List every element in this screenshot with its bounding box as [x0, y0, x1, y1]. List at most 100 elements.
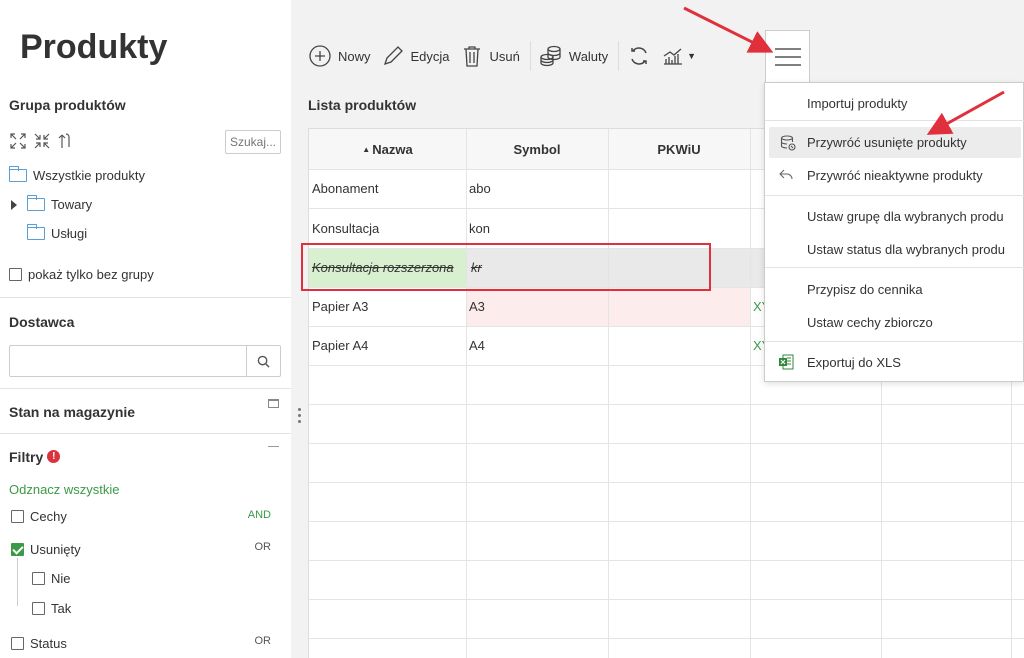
filter-no-checkbox[interactable] [32, 572, 45, 585]
pencil-icon [383, 46, 403, 66]
tree-item-label: Usługi [51, 226, 88, 241]
cell-name[interactable]: Papier A4 [312, 338, 368, 353]
toolbar: Nowy Edycja Usuń Waluty ▼ [308, 36, 706, 76]
search-icon [257, 355, 270, 368]
menu-item-export-xls[interactable]: Exportuj do XLS [765, 352, 1024, 372]
supplier-search-button[interactable] [246, 346, 280, 376]
menu-item-set-group[interactable]: Ustaw grupę dla wybranych produ [765, 206, 1024, 226]
cell-symbol[interactable]: A3 [469, 299, 485, 314]
col-header-pkwiu[interactable]: PKWiU [608, 129, 750, 169]
row-divider [309, 560, 1024, 561]
menu-item-restore-inactive[interactable]: Przywróć nieaktywne produkty [765, 165, 1024, 185]
chart-dropdown-button[interactable]: ▼ [661, 36, 706, 76]
filter-label: Usunięty [30, 542, 81, 557]
cell-symbol[interactable]: kon [469, 221, 490, 236]
menu-separator [765, 195, 1024, 196]
menu-item-assign-pricelist[interactable]: Przypisz do cennika [765, 279, 1024, 299]
filter-label: Nie [51, 571, 71, 586]
refresh-button[interactable] [627, 36, 661, 76]
chart-icon [663, 48, 683, 65]
filter-status-checkbox[interactable] [11, 637, 24, 650]
tree-tools [9, 132, 75, 150]
menu-button[interactable] [765, 30, 810, 82]
filter-deleted-checkbox[interactable] [11, 543, 24, 556]
filter-yes-checkbox[interactable] [32, 602, 45, 615]
refresh-icon [631, 47, 647, 65]
collapse-icon[interactable] [33, 132, 51, 150]
row-divider [309, 638, 1024, 639]
expand-arrow-icon[interactable] [11, 199, 17, 210]
cell-name[interactable]: Abonament [312, 181, 379, 196]
currencies-button-label: Waluty [568, 48, 609, 64]
col-header-name[interactable]: ▲ Nazwa [309, 129, 466, 169]
tree-item-all-products[interactable]: Wszystkie produkty [9, 166, 145, 183]
cell-name[interactable]: Papier A3 [312, 299, 368, 314]
col-header-symbol[interactable]: Symbol [466, 129, 608, 169]
new-button[interactable]: Nowy [308, 36, 381, 76]
filter-deleted[interactable]: Usunięty [11, 542, 81, 557]
no-group-checkbox[interactable] [9, 268, 22, 281]
folder-icon [27, 224, 45, 240]
menu-item-label: Ustaw grupę dla wybranych produ [807, 208, 1004, 224]
menu-separator [765, 267, 1024, 268]
filters-title: Filtry! [9, 449, 61, 465]
edit-button-label: Edycja [410, 48, 450, 64]
product-group-title: Grupa produktów [9, 97, 126, 113]
panel-splitter[interactable] [291, 0, 308, 658]
stock-title: Stan na magazynie [9, 404, 136, 420]
collapse-section-icon[interactable] [268, 446, 279, 447]
tree-search-input[interactable] [225, 130, 281, 154]
divider [0, 433, 291, 434]
cell-name[interactable]: Konsultacja [312, 221, 379, 236]
operator-and[interactable]: AND [248, 509, 271, 521]
window-toggle-icon[interactable] [268, 399, 279, 408]
operator-or[interactable]: OR [255, 635, 272, 647]
operator-or[interactable]: OR [255, 541, 272, 553]
menu-item-bulk-features[interactable]: Ustaw cechy zbiorczo [765, 312, 1024, 332]
delete-button-label: Usuń [489, 48, 520, 64]
delete-button[interactable]: Usuń [460, 36, 530, 76]
folder-icon [27, 195, 45, 211]
filter-status[interactable]: Status [11, 636, 67, 651]
sort-asc-icon: ▲ [362, 144, 371, 154]
menu-item-import[interactable]: Importuj produkty [765, 93, 1024, 113]
tree-item-goods[interactable]: Towary [11, 195, 93, 212]
menu-item-set-status[interactable]: Ustaw status dla wybranych produ [765, 239, 1024, 259]
tree-item-label: Wszystkie produkty [33, 168, 145, 183]
page-title: Produkty [20, 28, 168, 66]
cell-symbol[interactable]: A4 [469, 338, 485, 353]
menu-item-label: Ustaw cechy zbiorczo [807, 314, 933, 330]
row-divider [309, 521, 1024, 522]
menu-item-restore-deleted[interactable]: Przywróć usunięte produkty [769, 127, 1021, 158]
menu-separator [765, 120, 1024, 121]
hamburger-icon [774, 47, 801, 66]
filter-deleted-yes[interactable]: Tak [32, 601, 71, 616]
tree-item-services[interactable]: Usługi [27, 224, 88, 241]
currencies-button[interactable]: Waluty [539, 36, 618, 76]
refresh-tree-icon[interactable] [57, 132, 75, 150]
tree-line [17, 558, 18, 606]
deselect-all-link[interactable]: Odznacz wszystkie [9, 482, 120, 497]
supplier-title: Dostawca [9, 314, 75, 330]
splitter-handle-icon[interactable] [298, 408, 301, 426]
filter-features[interactable]: Cechy [11, 509, 67, 524]
filter-features-checkbox[interactable] [11, 510, 24, 523]
new-button-label: Nowy [338, 48, 371, 64]
menu-item-label: Przypisz do cennika [807, 281, 923, 297]
annotation-highlight-box [301, 243, 711, 291]
list-title: Lista produktów [308, 97, 417, 113]
tree-item-label: Towary [51, 197, 93, 212]
no-group-checkbox-row[interactable]: pokaż tylko bez grupy [9, 267, 154, 282]
divider [0, 388, 291, 389]
filter-label: Cechy [30, 509, 67, 524]
expand-icon[interactable] [9, 132, 27, 150]
cell-symbol[interactable]: abo [469, 181, 491, 196]
menu-separator [765, 341, 1024, 342]
supplier-input[interactable] [9, 345, 281, 377]
menu-item-label: Ustaw status dla wybranych produ [807, 241, 1005, 257]
filter-deleted-no[interactable]: Nie [32, 571, 71, 586]
filter-label: Status [30, 636, 67, 651]
filters-title-text: Filtry [9, 449, 44, 465]
edit-button[interactable]: Edycja [381, 36, 460, 76]
toolbar-separator [618, 41, 620, 71]
